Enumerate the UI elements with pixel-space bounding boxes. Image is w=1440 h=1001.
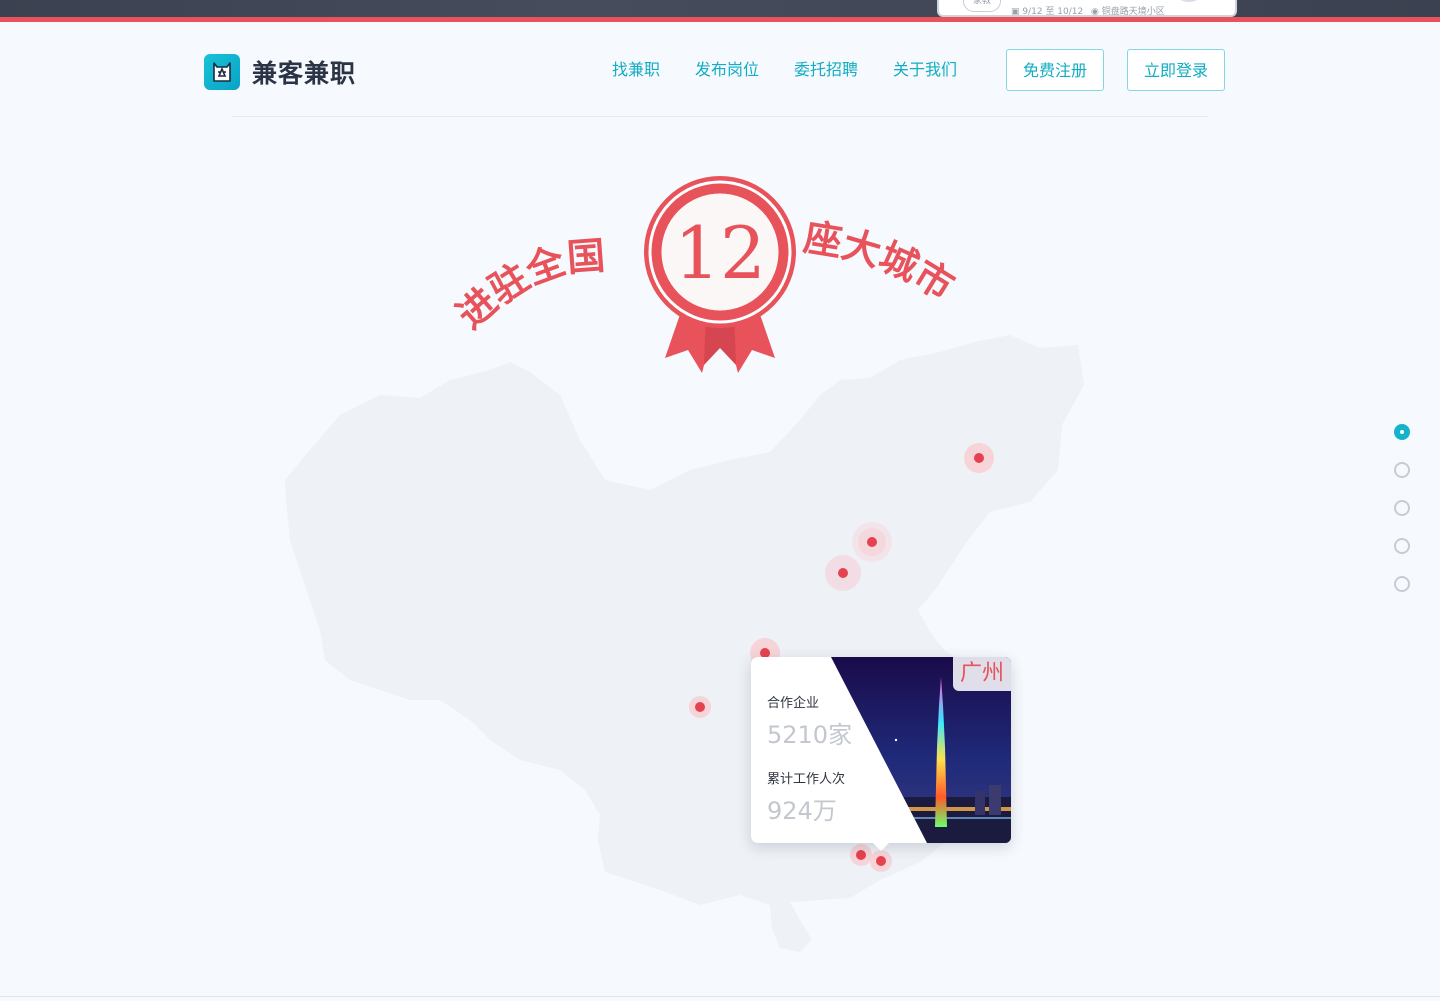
city-marker-harbin	[964, 443, 994, 473]
hero-left-text: 进驻全国	[448, 232, 607, 337]
section-dot-4[interactable]	[1394, 538, 1410, 554]
city-popup[interactable]: 广州 合作企业 5210家 累计工作人次 924万	[751, 657, 1011, 851]
hero-right-textpath: 座大城市	[801, 214, 963, 309]
workers-label: 累计工作人次	[767, 772, 846, 787]
china-map-shape	[285, 335, 1084, 952]
section-dot-2[interactable]	[1394, 462, 1410, 478]
section-dot-3[interactable]	[1394, 500, 1410, 516]
hero-left-textpath: 进驻全国	[448, 232, 607, 337]
city-marker-beijing	[852, 522, 892, 562]
hero-badge: 12 进驻全国 座大城市	[448, 176, 963, 373]
city-marker-guangzhou	[870, 850, 892, 872]
city-marker-jinan	[825, 555, 861, 591]
city-marker-chengdu	[689, 696, 711, 718]
section-dot-5[interactable]	[1394, 576, 1410, 592]
workers-value: 924万	[767, 797, 837, 825]
partners-label: 合作企业	[767, 696, 820, 711]
bottom-divider	[0, 996, 1440, 997]
section-dot-1[interactable]	[1394, 424, 1410, 440]
partners-value: 5210家	[767, 721, 853, 749]
city-name-badge: 广州	[953, 657, 1011, 691]
city-marker-foshan	[850, 844, 872, 866]
china-map	[285, 335, 1084, 952]
hero-right-text: 座大城市	[801, 214, 963, 309]
hero-number: 12	[674, 211, 766, 295]
popup-pointer	[871, 841, 891, 851]
